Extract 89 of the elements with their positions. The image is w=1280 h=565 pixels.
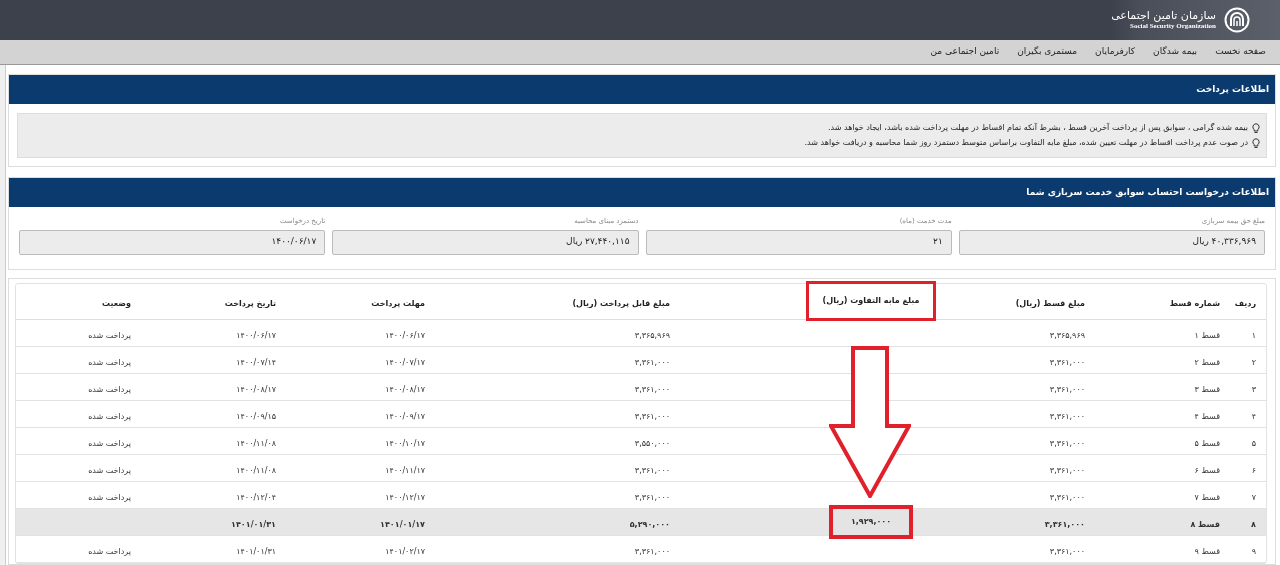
payment-date: ۱۴۰۰/۰۹/۱۵: [236, 410, 276, 423]
payable-amount: ۳,۳۶۱,۰۰۰: [634, 464, 670, 477]
installment-amount: ۳,۳۶۱,۰۰۰: [1044, 518, 1085, 531]
payment-date: ۱۴۰۱/۰۱/۳۱: [231, 518, 276, 531]
payable-amount: ۳,۳۶۱,۰۰۰: [634, 491, 670, 504]
payable-amount: ۳,۳۶۱,۰۰۰: [634, 356, 670, 369]
installment-amount: ۳,۳۶۱,۰۰۰: [1049, 356, 1085, 369]
column-header: مهلت پرداخت: [371, 298, 425, 310]
installment-label: قسط ۸: [1190, 518, 1220, 531]
payable-amount: ۳,۳۶۵,۹۶۹: [634, 329, 670, 342]
section-title: اطلاعات درخواست احتساب سوابق خدمت سربازی شما: [1026, 185, 1269, 200]
nav-link[interactable]: کارفرمایان: [1095, 45, 1136, 59]
payable-amount: ۳,۳۶۱,۰۰۰: [634, 545, 670, 558]
payment-date: ۱۴۰۱/۰۱/۳۱: [236, 545, 276, 558]
due-date: ۱۴۰۰/۰۷/۱۷: [385, 356, 425, 369]
installment-label: قسط ۷: [1194, 491, 1220, 504]
payment-status: پرداخت شده: [88, 383, 131, 396]
payment-status: پرداخت شده: [88, 410, 131, 423]
row-number: ۶: [1251, 464, 1256, 477]
notice-text: بیمه شده گرامی ، سوابق پس از پرداخت آخرین قسط ، بشرط آنکه تمام اقساط در مهلت پرداخت شده باشد، ایجاد خواهد شد.: [827, 122, 1248, 134]
payment-status: پرداخت شده: [88, 329, 131, 342]
due-date: ۱۴۰۱/۰۲/۱۷: [385, 545, 425, 558]
installment-amount: ۳,۳۶۱,۰۰۰: [1049, 437, 1085, 450]
payment-status: پرداخت شده: [88, 437, 131, 450]
due-date: ۱۴۰۰/۱۱/۱۷: [385, 464, 425, 477]
notice-text: در صوت عدم پرداخت اقساط در مهلت تعیین شده، مبلغ مابه التفاوت براساس متوسط دستمزد روز شما محاسبه و دریافت خواهد شد.: [804, 137, 1248, 149]
row-number: ۹: [1251, 545, 1256, 558]
payment-date: ۱۴۰۰/۰۸/۱۷: [236, 383, 276, 396]
due-date: ۱۴۰۰/۱۰/۱۷: [385, 437, 425, 450]
installment-amount: ۳,۳۶۱,۰۰۰: [1049, 410, 1085, 423]
due-date: ۱۴۰۰/۰۶/۱۷: [385, 329, 425, 342]
column-header: شماره قسط: [1169, 298, 1220, 310]
due-date: ۱۴۰۰/۱۲/۱۷: [385, 491, 425, 504]
column-header: مبلغ قابل پرداخت (ریال): [572, 298, 670, 310]
nav-link[interactable]: بیمه شدگان: [1153, 45, 1198, 59]
payment-date: ۱۴۰۰/۰۷/۱۴: [236, 356, 276, 369]
installment-amount: ۳,۳۶۵,۹۶۹: [1049, 329, 1085, 342]
column-header: وضعیت: [102, 298, 131, 310]
column-header: ردیف: [1234, 298, 1256, 310]
row-number: ۲: [1251, 356, 1256, 369]
payment-status: پرداخت شده: [88, 491, 131, 504]
installment-amount: ۳,۳۶۱,۰۰۰: [1049, 383, 1085, 396]
installment-label: قسط ۶: [1194, 464, 1220, 477]
installment-label: قسط ۵: [1194, 437, 1220, 450]
table-row[interactable]: ۸ قسط ۸ ۳,۳۶۱,۰۰۰ ۱,۹۲۹,۰۰۰ ۵,۲۹۰,۰۰۰ ۱۴۰۱/۰۱/۱۷ ۱۴۰۱/۰۱/۳۱: [16, 508, 1266, 536]
payment-date: ۱۴۰۰/۰۶/۱۷: [236, 329, 276, 342]
column-header: تاریخ پرداخت: [224, 298, 276, 310]
logo-title: سازمان تامین اجتماعی: [1111, 10, 1216, 21]
payable-amount: ۳,۵۵۰,۰۰۰: [634, 437, 670, 450]
payment-date: ۱۴۰۰/۱۱/۰۸: [236, 437, 276, 450]
installment-amount: ۳,۳۶۱,۰۰۰: [1049, 464, 1085, 477]
section-title: اطلاعات پرداخت: [1196, 82, 1269, 96]
row-number: ۵: [1251, 437, 1256, 450]
read-only-field[interactable]: ۱۴۰۰/۰۶/۱۷: [19, 229, 326, 255]
due-date: ۱۴۰۰/۰۹/۱۷: [385, 410, 425, 423]
row-number: ۴: [1251, 410, 1256, 423]
installment-label: قسط ۴: [1194, 410, 1220, 423]
due-date: ۱۴۰۱/۰۱/۱۷: [380, 518, 425, 531]
installment-amount: ۳,۳۶۱,۰۰۰: [1049, 491, 1085, 504]
payment-status: پرداخت شده: [88, 464, 131, 477]
row-number: ۱: [1251, 329, 1256, 342]
row-number: ۷: [1251, 491, 1256, 504]
payable-amount: ۳,۳۶۱,۰۰۰: [634, 410, 670, 423]
nav-link[interactable]: تامین اجتماعی من: [930, 45, 1000, 59]
installment-label: قسط ۳: [1194, 383, 1220, 396]
difference-amount: ۱,۹۲۹,۰۰۰: [850, 515, 892, 528]
row-number: ۳: [1251, 383, 1256, 396]
lightbulb-icon: [1252, 122, 1260, 134]
payment-date: ۱۴۰۰/۱۱/۰۸: [236, 464, 276, 477]
lightbulb-icon: [1252, 137, 1260, 149]
column-header: مبلغ قسط (ریال): [1015, 298, 1085, 310]
column-header: مبلغ مابه التفاوت (ریال): [805, 281, 937, 321]
due-date: ۱۴۰۰/۰۸/۱۷: [385, 383, 425, 396]
payment-status: پرداخت شده: [88, 545, 131, 558]
installment-label: قسط ۱: [1194, 329, 1220, 342]
installment-amount: ۳,۳۶۱,۰۰۰: [1049, 545, 1085, 558]
payment-date: ۱۴۰۰/۱۲/۰۴: [236, 491, 276, 504]
nav-link[interactable]: مستمری بگیران: [1017, 45, 1078, 59]
read-only-field[interactable]: ۲۱: [645, 229, 952, 255]
installment-label: قسط ۲: [1194, 356, 1220, 369]
read-only-field[interactable]: ۲۷,۴۴۰,۱۱۵ ریال: [332, 229, 639, 255]
read-only-field[interactable]: ۴۰,۳۳۶,۹۶۹ ریال: [958, 229, 1265, 255]
payment-status: پرداخت شده: [88, 356, 131, 369]
logo-icon: [1224, 7, 1250, 33]
installment-label: قسط ۹: [1194, 545, 1220, 558]
payable-amount: ۵,۲۹۰,۰۰۰: [629, 518, 670, 531]
row-number: ۸: [1251, 518, 1256, 531]
nav-link[interactable]: صفحه نخست: [1215, 45, 1266, 59]
payable-amount: ۳,۳۶۱,۰۰۰: [634, 383, 670, 396]
